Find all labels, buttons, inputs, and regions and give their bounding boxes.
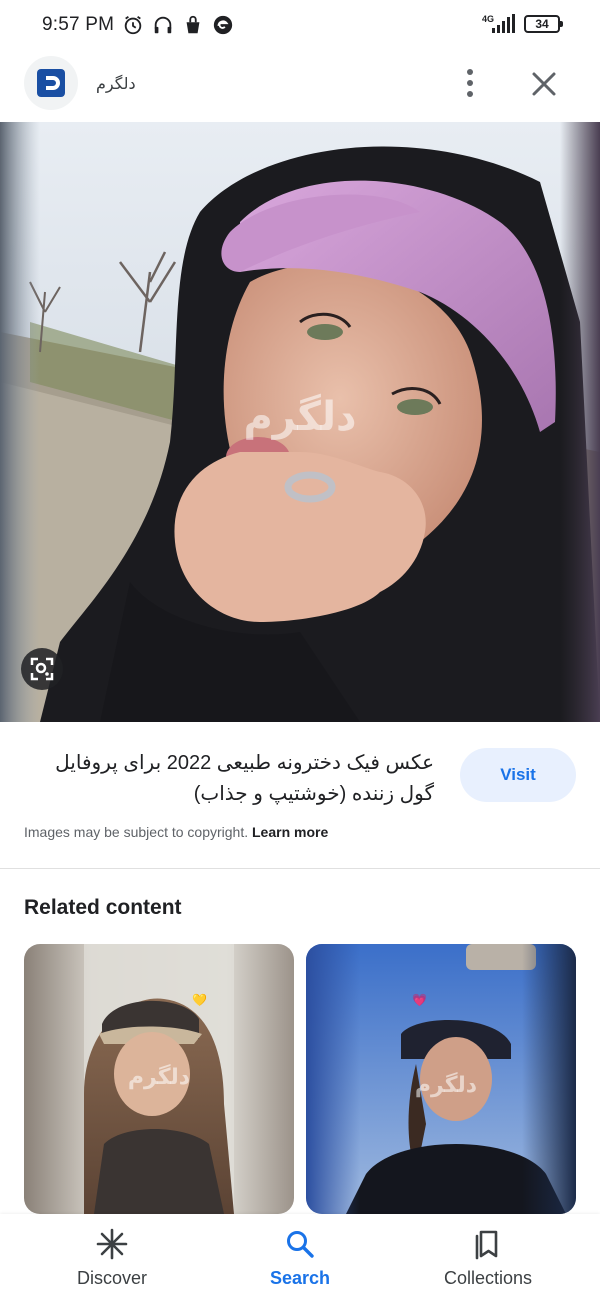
- related-card-2[interactable]: 💗 دلگرم: [306, 944, 576, 1214]
- divider: [0, 868, 600, 869]
- nav-search-label: Search: [269, 1268, 331, 1288]
- status-icons-right: 34: [490, 14, 563, 34]
- battery-icon: 34: [524, 15, 563, 33]
- bottom-navigation: Discover Search Collections: [0, 1214, 600, 1300]
- result-title[interactable]: عکس فیک دخترونه طبیعی 2022 برای پروفایل …: [24, 748, 434, 810]
- nav-collections-label: Collections: [443, 1268, 533, 1288]
- watermark: دلگرم: [243, 393, 356, 440]
- nav-discover-label: Discover: [76, 1268, 147, 1288]
- search-icon: [287, 1231, 314, 1258]
- lens-glyph: [30, 657, 54, 681]
- alarm-icon: [124, 15, 142, 35]
- learn-more-link[interactable]: Learn more: [252, 824, 328, 840]
- watermark: دلگرم: [128, 1063, 190, 1090]
- edge-icon: [213, 15, 233, 35]
- collections-icon: [475, 1230, 498, 1260]
- nav-search[interactable]: Search: [220, 1214, 380, 1300]
- battery-level: 34: [535, 17, 549, 31]
- more-vert-icon[interactable]: [454, 64, 486, 102]
- related-card-1[interactable]: 💛 دلگرم: [24, 944, 294, 1214]
- related-photo-2: 💗 دلگرم: [306, 944, 576, 1214]
- top-app-bar: دلگرم: [0, 56, 600, 122]
- discover-icon: [96, 1228, 128, 1260]
- site-name[interactable]: دلگرم: [96, 74, 136, 94]
- emoji: 💗: [412, 993, 427, 1007]
- main-photo: دلگرم: [0, 122, 600, 722]
- related-photo-1: 💛 دلگرم: [24, 944, 294, 1214]
- related-content-title: Related content: [24, 896, 182, 919]
- copyright-notice: Images may be subject to copyright. Lear…: [24, 824, 328, 840]
- close-icon[interactable]: [524, 64, 564, 104]
- lens-icon[interactable]: [21, 648, 63, 690]
- signal-icon: [492, 14, 515, 33]
- site-logo-icon[interactable]: [24, 56, 78, 110]
- shopping-bag-icon: [186, 15, 200, 34]
- emoji: 💛: [192, 993, 207, 1007]
- copyright-text: Images may be subject to copyright.: [24, 824, 249, 840]
- status-time: 9:57 PM: [42, 14, 115, 35]
- nav-collections[interactable]: Collections: [408, 1214, 568, 1300]
- nav-discover[interactable]: Discover: [32, 1214, 192, 1300]
- visit-button[interactable]: Visit: [460, 748, 576, 802]
- watermark: دلگرم: [415, 1071, 477, 1098]
- status-bar: 9:57 PM 4G 34: [0, 0, 600, 56]
- site-logo-mark: [37, 69, 65, 97]
- headphones-icon: [154, 16, 172, 34]
- status-icons-left: [122, 14, 234, 36]
- main-image[interactable]: دلگرم: [0, 122, 600, 722]
